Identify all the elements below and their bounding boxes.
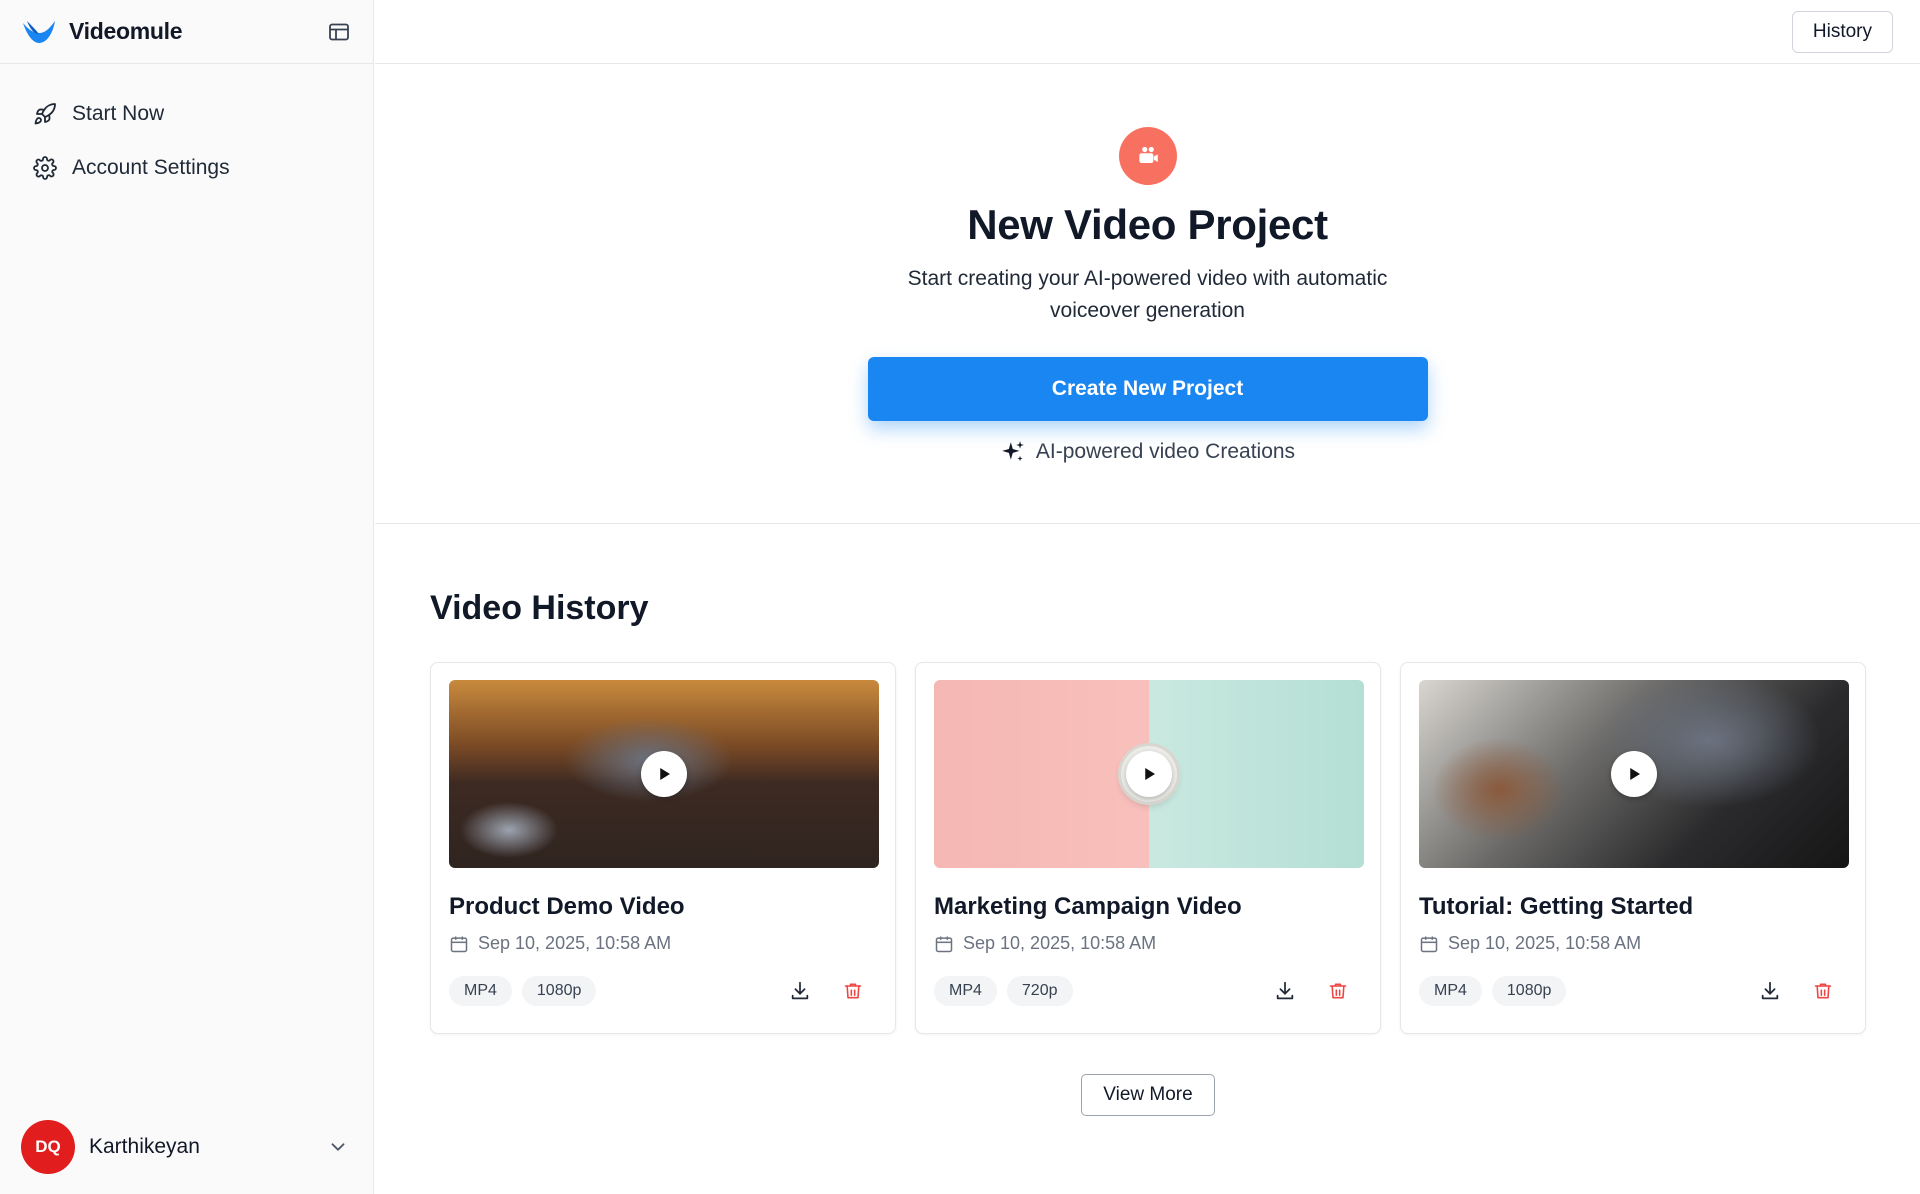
hero-subtitle: Start creating your AI-powered video wit… bbox=[907, 267, 1388, 322]
video-card: Tutorial: Getting Started Sep 10, 2025, … bbox=[1400, 662, 1866, 1034]
user-name: Karthikeyan bbox=[89, 1135, 200, 1158]
main-content: History New Video Project Start creating… bbox=[375, 0, 1920, 1194]
ai-note: AI-powered video Creations bbox=[1000, 439, 1295, 465]
video-title: Product Demo Video bbox=[449, 893, 685, 920]
video-history-section: Video History Product Demo Video Sep 10,… bbox=[375, 589, 1920, 1116]
play-icon[interactable] bbox=[1126, 751, 1172, 797]
video-thumbnail[interactable] bbox=[449, 680, 879, 868]
download-icon[interactable] bbox=[1756, 977, 1784, 1005]
sidebar-nav: Start Now Account Settings bbox=[0, 64, 373, 188]
format-badge: MP4 bbox=[934, 976, 997, 1006]
video-card-list: Product Demo Video Sep 10, 2025, 10:58 A… bbox=[430, 662, 1866, 1034]
download-icon[interactable] bbox=[786, 977, 814, 1005]
video-camera-icon bbox=[1118, 127, 1177, 185]
create-new-project-button[interactable]: Create New Project bbox=[867, 357, 1428, 421]
sidebar-item-account-settings[interactable]: Account Settings bbox=[14, 148, 359, 188]
videomule-logo-icon bbox=[23, 20, 55, 43]
sidebar-item-label: Account Settings bbox=[72, 156, 230, 179]
view-more-container: View More bbox=[430, 1074, 1866, 1116]
sidebar-item-start-now[interactable]: Start Now bbox=[14, 94, 359, 134]
ai-note-text: AI-powered video Creations bbox=[1035, 440, 1296, 463]
trash-icon[interactable] bbox=[1809, 977, 1837, 1005]
resolution-badge: 1080p bbox=[521, 976, 597, 1006]
new-project-hero: New Video Project Start creating your AI… bbox=[375, 64, 1920, 524]
format-badge: MP4 bbox=[449, 976, 512, 1006]
history-button[interactable]: History bbox=[1791, 10, 1893, 53]
trash-icon[interactable] bbox=[1324, 977, 1352, 1005]
video-date-text: Sep 10, 2025, 10:58 AM bbox=[478, 933, 672, 953]
format-badge: MP4 bbox=[1419, 976, 1482, 1006]
section-title: Video History bbox=[430, 589, 649, 627]
video-date: Sep 10, 2025, 10:58 AM bbox=[1419, 933, 1847, 954]
page-title: New Video Project bbox=[967, 201, 1328, 248]
video-date: Sep 10, 2025, 10:58 AM bbox=[934, 933, 1362, 954]
rocket-icon bbox=[32, 101, 58, 127]
app-name: Videomule bbox=[69, 18, 183, 44]
user-menu[interactable]: DQ Karthikeyan bbox=[0, 1100, 373, 1194]
sparkle-icon bbox=[1002, 441, 1024, 462]
resolution-badge: 720p bbox=[1006, 976, 1073, 1006]
video-thumbnail[interactable] bbox=[1419, 680, 1849, 868]
video-thumbnail[interactable] bbox=[934, 680, 1364, 868]
video-card: Marketing Campaign Video Sep 10, 2025, 1… bbox=[915, 662, 1381, 1034]
calendar-icon bbox=[1420, 936, 1438, 952]
sidebar-panel-icon bbox=[329, 23, 349, 40]
video-date-text: Sep 10, 2025, 10:58 AM bbox=[1448, 933, 1642, 953]
video-card-footer: MP4 1080p bbox=[1419, 976, 1847, 1006]
download-icon[interactable] bbox=[1271, 977, 1299, 1005]
video-date-text: Sep 10, 2025, 10:58 AM bbox=[963, 933, 1157, 953]
calendar-icon bbox=[935, 936, 953, 952]
video-title: Marketing Campaign Video bbox=[934, 893, 1242, 920]
sidebar-toggle-button[interactable] bbox=[325, 18, 353, 46]
calendar-icon bbox=[450, 936, 468, 952]
avatar: DQ bbox=[21, 1120, 75, 1174]
resolution-badge: 1080p bbox=[1491, 976, 1567, 1006]
sidebar-item-label: Start Now bbox=[72, 102, 165, 125]
gear-icon bbox=[32, 155, 58, 181]
play-icon[interactable] bbox=[1611, 751, 1657, 797]
top-bar: History bbox=[375, 0, 1920, 64]
video-card-footer: MP4 720p bbox=[934, 976, 1362, 1006]
video-card-footer: MP4 1080p bbox=[449, 976, 877, 1006]
sidebar-header: Videomule bbox=[0, 0, 373, 64]
video-title: Tutorial: Getting Started bbox=[1419, 893, 1694, 920]
sidebar: Videomule Start Now Account Settings DQ … bbox=[0, 0, 374, 1194]
video-date: Sep 10, 2025, 10:58 AM bbox=[449, 933, 877, 954]
chevron-down-icon bbox=[331, 1143, 345, 1151]
trash-icon[interactable] bbox=[839, 977, 867, 1005]
play-icon[interactable] bbox=[641, 751, 687, 797]
view-more-button[interactable]: View More bbox=[1081, 1074, 1215, 1116]
video-card: Product Demo Video Sep 10, 2025, 10:58 A… bbox=[430, 662, 896, 1034]
